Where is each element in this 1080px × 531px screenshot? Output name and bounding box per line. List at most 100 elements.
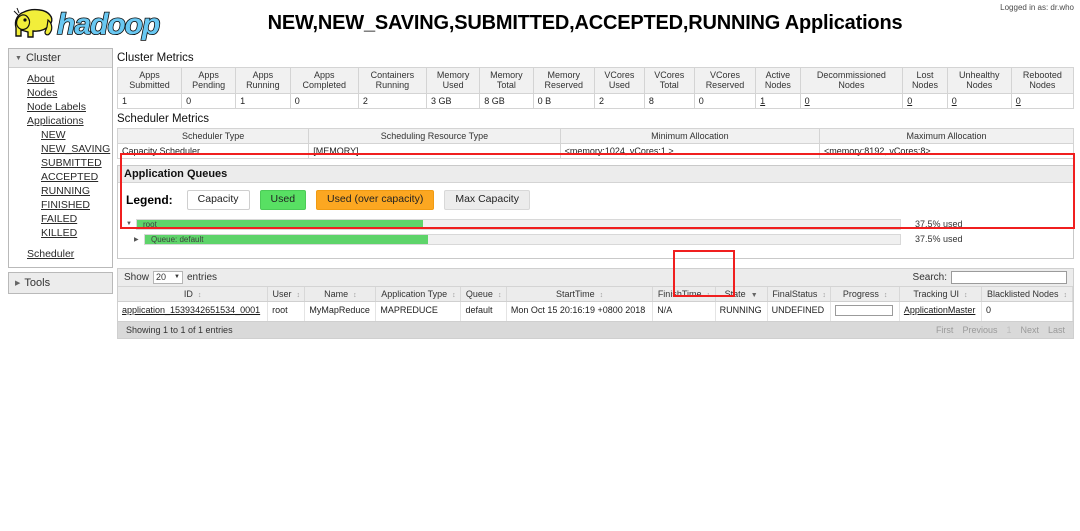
scheduler-metrics-value-row: Capacity Scheduler [MEMORY] <memory:1024, … [116, 143, 1074, 160]
legend-chip-capacity[interactable]: Capacity [186, 190, 250, 210]
scheduler-metric-header: Maximum Allocation [819, 127, 1074, 145]
page-title: NEW,NEW_SAVING,SUBMITTED,ACCEPTED,RUNNIN… [267, 12, 903, 34]
sidebar-link-new-saving[interactable]: NEW_SAVING [41, 143, 110, 155]
show-label: Show [124, 271, 150, 283]
sort-arrow-icon: ↕ [822, 291, 826, 299]
sidebar-link-accepted[interactable]: ACCEPTED [41, 171, 98, 183]
sidebar-link-new[interactable]: NEW [41, 129, 66, 141]
sidebar-link-node-labels[interactable]: Node Labels [27, 101, 86, 113]
triangle-right-icon[interactable]: ▶ [134, 236, 144, 243]
entries-label: entries [186, 271, 217, 283]
triangle-down-icon: ▼ [15, 55, 22, 62]
app-id-link[interactable]: application_1539342651534_0001 [122, 305, 260, 315]
queue-row[interactable]: ▼ root 37.5% used [126, 218, 1065, 230]
application-queues-body: Legend: Capacity Used Used (over capacit… [118, 183, 1073, 258]
sidebar-link-submitted[interactable]: SUBMITTED [41, 157, 102, 169]
column-header-state[interactable]: State ▼ [715, 286, 768, 302]
sidebar-link-running[interactable]: RUNNING [41, 185, 90, 197]
pager-first[interactable]: First [936, 325, 954, 335]
column-header-user[interactable]: User ↕ [267, 286, 306, 302]
sidebar-item-new[interactable]: NEW [9, 128, 112, 142]
cluster-metric-header: Apps Pending [181, 67, 237, 94]
hadoop-logo[interactable]: hadoop [8, 2, 196, 46]
queue-row[interactable]: ▶ Queue: default 37.5% used [126, 233, 1065, 245]
sidebar-item-about[interactable]: About [9, 72, 112, 86]
cluster-metric-header: Memory Total [479, 67, 534, 94]
sidebar-item-accepted[interactable]: ACCEPTED [9, 170, 112, 184]
sidebar-item-scheduler[interactable]: Scheduler [9, 247, 112, 261]
cluster-metric-value: 0 B [532, 92, 595, 109]
scheduler-metric-value: <memory:8192, vCores:8> [819, 143, 1074, 160]
app-blacklisted-nodes: 0 [981, 301, 1073, 321]
queue-name-label: root [143, 219, 157, 229]
legend-chip-used-over-capacity[interactable]: Used (over capacity) [316, 190, 435, 210]
logged-in-user: Logged in as: dr.who [1000, 3, 1074, 12]
queue-capacity-bar[interactable]: Queue: default [144, 233, 901, 245]
sidebar-item-applications[interactable]: Applications [9, 114, 112, 128]
sidebar: ▼ Cluster About Nodes Node Labels Applica… [0, 48, 113, 294]
sidebar-link-about[interactable]: About [27, 73, 54, 85]
scheduler-metric-header: Scheduler Type [116, 127, 310, 145]
sidebar-item-running[interactable]: RUNNING [9, 184, 112, 198]
cluster-metric-value[interactable]: 0 [799, 92, 904, 109]
sidebar-item-nodes[interactable]: Nodes [9, 86, 112, 100]
cluster-metric-value[interactable]: 1 [755, 92, 801, 109]
cluster-metric-header: Apps Running [235, 67, 291, 94]
cluster-metric-value[interactable]: 0 [946, 92, 1012, 109]
sidebar-link-killed[interactable]: KILLED [41, 227, 77, 239]
app-tracking-ui[interactable]: ApplicationMaster [899, 301, 983, 321]
queue-used-percent: 37.5% used [915, 219, 963, 230]
column-header-finishtime[interactable]: FinishTime ↕ [652, 286, 716, 302]
column-header-application-type[interactable]: Application Type ↕ [375, 286, 462, 302]
column-header-finalstatus[interactable]: FinalStatus ↕ [767, 286, 832, 302]
sidebar-link-nodes[interactable]: Nodes [27, 87, 57, 99]
column-header-name[interactable]: Name ↕ [304, 286, 377, 302]
applications-table-footer: Showing 1 to 1 of 1 entries First Previo… [118, 320, 1073, 338]
sidebar-item-failed[interactable]: FAILED [9, 212, 112, 226]
pager-previous[interactable]: Previous [962, 325, 997, 335]
pager-next[interactable]: Next [1020, 325, 1039, 335]
column-header-progress[interactable]: Progress ↕ [830, 286, 900, 302]
sort-arrow-icon: ↕ [1063, 291, 1068, 299]
pager-page-1[interactable]: 1 [1006, 325, 1011, 335]
app-tracking-ui-link[interactable]: ApplicationMaster [904, 305, 976, 315]
search-label: Search: [912, 271, 947, 283]
page-size-select[interactable]: 20 ▼ [153, 270, 183, 284]
table-row: application_1539342651534_0001 root MyMapR… [118, 301, 1073, 321]
search-input[interactable] [951, 270, 1067, 284]
app-name: MyMapReduce [304, 301, 377, 321]
sidebar-item-finished[interactable]: FINISHED [9, 198, 112, 212]
sidebar-item-node-labels[interactable]: Node Labels [9, 100, 112, 114]
cluster-metric-value[interactable]: 0 [1010, 92, 1075, 109]
queue-capacity-bar[interactable]: root [136, 218, 901, 230]
sidebar-cluster-header[interactable]: ▼ Cluster [9, 49, 112, 68]
cluster-metric-value[interactable]: 0 [902, 92, 948, 109]
sidebar-link-applications[interactable]: Applications [27, 115, 84, 127]
scheduler-metric-value: Capacity Scheduler [116, 143, 310, 160]
cluster-metrics-table: Apps Submitted Apps Pending Apps Running Apps C… [116, 67, 1075, 109]
sidebar-item-new-saving[interactable]: NEW_SAVING [9, 142, 112, 156]
cluster-metrics-title: Cluster Metrics [117, 52, 194, 64]
sidebar-item-killed[interactable]: KILLED [9, 226, 112, 240]
column-header-blacklisted-nodes[interactable]: Blacklisted Nodes ↕ [981, 286, 1073, 302]
column-header-starttime[interactable]: StartTime ↕ [506, 286, 654, 302]
legend-chip-max-capacity[interactable]: Max Capacity [444, 190, 530, 210]
sort-arrow-icon: ↕ [497, 291, 502, 299]
cluster-metric-value: 8 [643, 92, 695, 109]
legend-chip-used[interactable]: Used [259, 190, 307, 210]
column-header-tracking-ui[interactable]: Tracking UI ↕ [899, 286, 983, 302]
sidebar-link-scheduler[interactable]: Scheduler [27, 248, 74, 260]
legend-label: Legend: [126, 192, 173, 207]
cluster-metric-header: Memory Reserved [532, 67, 595, 94]
sidebar-tools-block[interactable]: ▶ Tools [8, 272, 113, 294]
sidebar-link-finished[interactable]: FINISHED [41, 199, 90, 211]
pager-last[interactable]: Last [1048, 325, 1065, 335]
page-header: hadoop NEW,NEW_SAVING,SUBMITTED,ACCEPTED… [0, 0, 1080, 48]
triangle-down-icon[interactable]: ▼ [126, 221, 136, 227]
sidebar-link-failed[interactable]: FAILED [41, 213, 77, 225]
column-header-queue[interactable]: Queue ↕ [460, 286, 507, 302]
applications-table-body: application_1539342651534_0001 root MyMapR… [118, 301, 1073, 321]
app-id[interactable]: application_1539342651534_0001 [118, 301, 269, 321]
column-header-id[interactable]: ID ↕ [118, 286, 269, 302]
sidebar-item-submitted[interactable]: SUBMITTED [9, 156, 112, 170]
